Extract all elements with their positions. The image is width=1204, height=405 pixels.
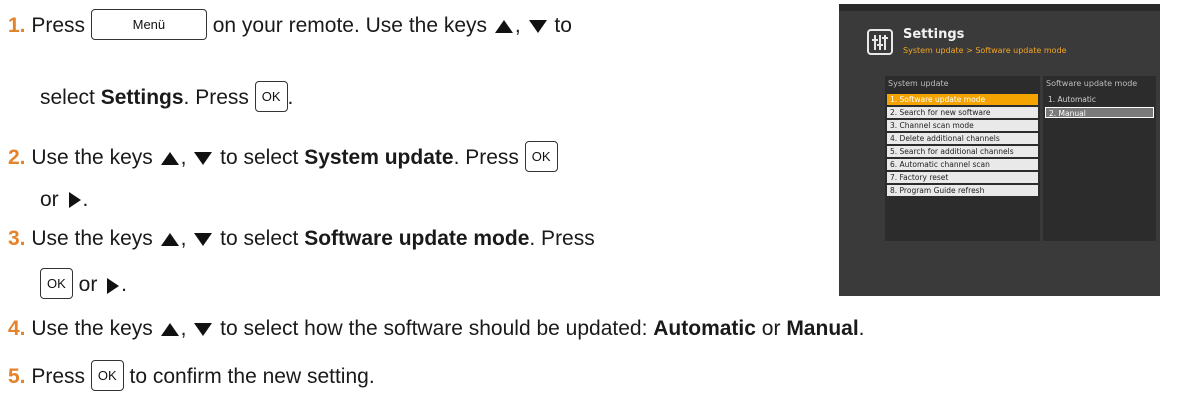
tv-menu-item[interactable]: 7. Factory reset — [887, 172, 1038, 183]
step-number: 2. — [8, 146, 26, 170]
step-emphasis: Manual — [786, 317, 859, 340]
step-2: 2. Use the keys , to select System updat… — [8, 141, 558, 172]
step-text: . — [82, 188, 89, 211]
step-text: , — [180, 317, 187, 340]
step-text: . — [858, 317, 865, 340]
step-text: Use the keys — [31, 227, 153, 250]
tv-left-header: System update — [888, 79, 949, 88]
step-text: to — [554, 14, 572, 38]
down-arrow-icon — [194, 322, 213, 336]
ok-key: OK — [254, 81, 288, 112]
step-3-continued: OK or . — [40, 268, 128, 299]
step-text: . — [287, 86, 294, 110]
step-text: on your remote. Use the keys — [212, 14, 488, 38]
step-text: or — [40, 188, 59, 211]
step-text: to select how the software should be upd… — [220, 317, 648, 340]
step-text: Use the keys — [31, 317, 153, 340]
settings-sliders-icon — [867, 29, 893, 55]
step-text: . — [121, 273, 128, 297]
step-text: , — [180, 146, 187, 170]
step-text: to select — [220, 227, 299, 250]
tv-breadcrumb: System update > Software update mode — [903, 46, 1067, 55]
step-2-continued: or . — [40, 187, 88, 213]
step-number: 5. — [8, 365, 26, 389]
tv-settings-screen: Settings System update > Software update… — [839, 4, 1160, 296]
step-3: 3. Use the keys , to select Software upd… — [8, 226, 595, 252]
ok-key: OK — [90, 360, 124, 391]
step-5: 5. Press OK to confirm the new setting. — [8, 360, 375, 391]
step-number: 1. — [8, 14, 26, 38]
menu-key: Menü — [90, 9, 207, 40]
up-arrow-icon — [494, 20, 513, 33]
ok-key: OK — [40, 268, 73, 299]
tv-menu-item[interactable]: 6. Automatic channel scan — [887, 159, 1038, 170]
step-text: . Press — [529, 227, 595, 250]
up-arrow-icon — [160, 322, 179, 336]
step-text: to confirm the new setting. — [129, 365, 375, 389]
tv-option-item[interactable]: 1. Automatic — [1045, 94, 1154, 105]
step-text: Use the keys — [31, 146, 153, 170]
up-arrow-icon — [160, 232, 179, 246]
tv-menu-item[interactable]: 2. Search for new software — [887, 107, 1038, 118]
step-emphasis: Software update mode — [304, 227, 530, 250]
right-arrow-icon — [107, 277, 120, 294]
right-arrow-icon — [68, 192, 81, 209]
step-text: or — [78, 273, 98, 297]
down-arrow-icon — [194, 232, 213, 246]
step-text: , — [180, 227, 187, 250]
step-text: . Press — [183, 86, 249, 110]
step-text: Press — [31, 14, 86, 38]
tv-title: Settings — [903, 27, 965, 42]
step-text: select — [40, 86, 95, 110]
tv-right-header: Software update mode — [1046, 79, 1138, 88]
up-arrow-icon — [160, 152, 179, 165]
ok-key: OK — [524, 141, 558, 172]
tv-menu-item[interactable]: 8. Program Guide refresh — [887, 185, 1038, 196]
tv-option-item[interactable]: 2. Manual — [1045, 107, 1154, 118]
step-emphasis: System update — [304, 146, 454, 170]
step-1: 1. Press Menü on your remote. Use the ke… — [8, 9, 572, 40]
tv-menu-item[interactable]: 5. Search for additional channels — [887, 146, 1038, 157]
tv-top-bar — [839, 4, 1160, 11]
tv-menu-item[interactable]: 3. Channel scan mode — [887, 120, 1038, 131]
step-1-continued: select Settings. Press OK. — [40, 81, 294, 112]
step-text: to select — [220, 146, 299, 170]
step-number: 4. — [8, 317, 26, 340]
step-text: or — [761, 317, 781, 340]
step-number: 3. — [8, 227, 26, 250]
step-emphasis: Settings — [100, 86, 184, 110]
tv-menu-item[interactable]: 1. Software update mode — [887, 94, 1038, 105]
step-emphasis: Automatic — [653, 317, 756, 340]
step-text: . Press — [453, 146, 519, 170]
step-4: 4. Use the keys , to select how the soft… — [8, 316, 865, 342]
down-arrow-icon — [528, 20, 547, 33]
tv-menu-item[interactable]: 4. Delete additional channels — [887, 133, 1038, 144]
down-arrow-icon — [194, 152, 213, 165]
step-text: Press — [31, 365, 86, 389]
